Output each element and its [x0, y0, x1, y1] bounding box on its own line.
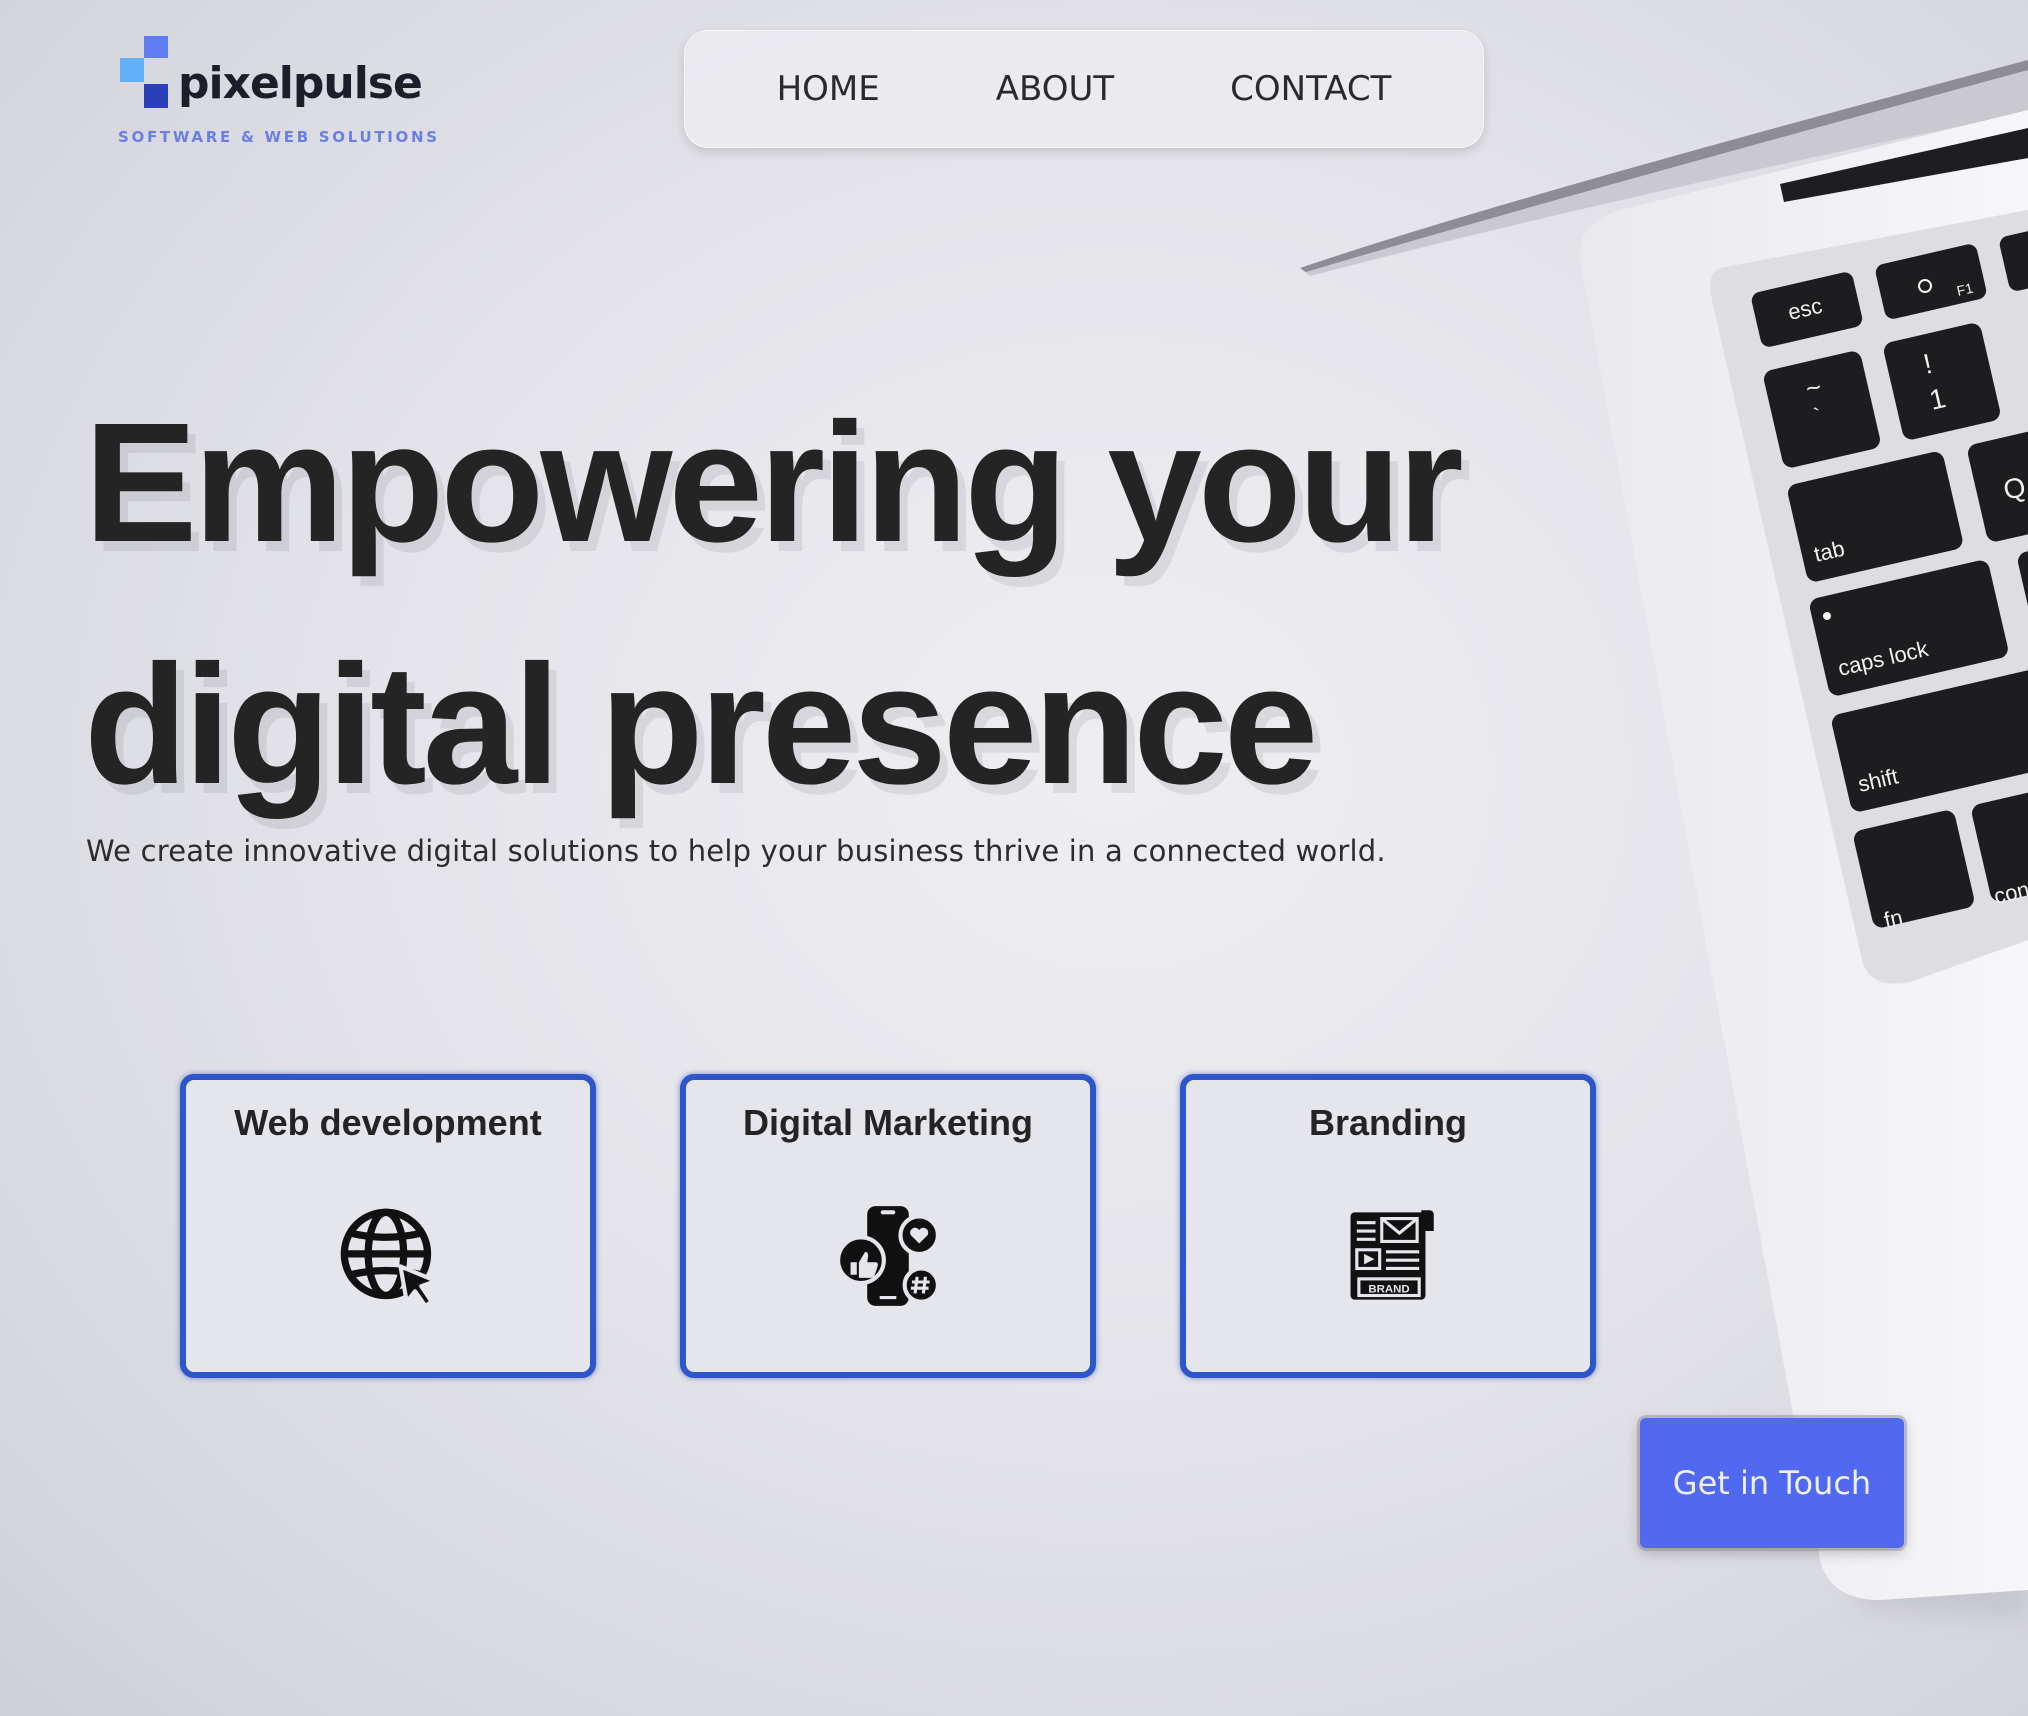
globe-cursor-icon: [340, 1208, 438, 1308]
hero-title-line-1: Empowering your: [84, 388, 1464, 578]
brand-tagline: SOFTWARE & WEB SOLUTIONS: [118, 128, 440, 146]
service-card-digital-marketing[interactable]: Digital Marketing: [680, 1074, 1096, 1378]
service-card-title: Web development: [234, 1102, 542, 1143]
hero-subtitle: We create innovative digital solutions t…: [86, 834, 1386, 868]
service-card-branding[interactable]: Branding BRAND: [1180, 1074, 1596, 1378]
service-card-title: Branding: [1309, 1102, 1467, 1143]
caps-indicator: [1823, 612, 1831, 620]
hero-title-line-2: digital presence: [84, 630, 1318, 820]
nav-link-contact[interactable]: CONTACT: [1172, 69, 1449, 109]
service-card-web-development[interactable]: Web development: [180, 1074, 596, 1378]
brand-kit-icon: BRAND: [1350, 1210, 1434, 1300]
logo-square-dark: [144, 84, 168, 108]
get-in-touch-button[interactable]: Get in Touch: [1640, 1418, 1904, 1548]
brand-logo[interactable]: pixelpulse SOFTWARE & WEB SOLUTIONS: [118, 34, 438, 154]
main-nav: HOME ABOUT CONTACT: [684, 30, 1484, 148]
social-phone-icon: [836, 1206, 940, 1306]
nav-link-about[interactable]: ABOUT: [938, 69, 1172, 109]
logo-square-mid: [144, 36, 168, 58]
brand-name: pixelpulse: [178, 58, 423, 109]
svg-text:BRAND: BRAND: [1368, 1283, 1409, 1295]
service-card-title: Digital Marketing: [742, 1102, 1034, 1143]
hero-title: Empowering your digital presence: [84, 362, 1464, 846]
logo-square-light: [120, 58, 144, 82]
nav-link-home[interactable]: HOME: [719, 69, 938, 109]
